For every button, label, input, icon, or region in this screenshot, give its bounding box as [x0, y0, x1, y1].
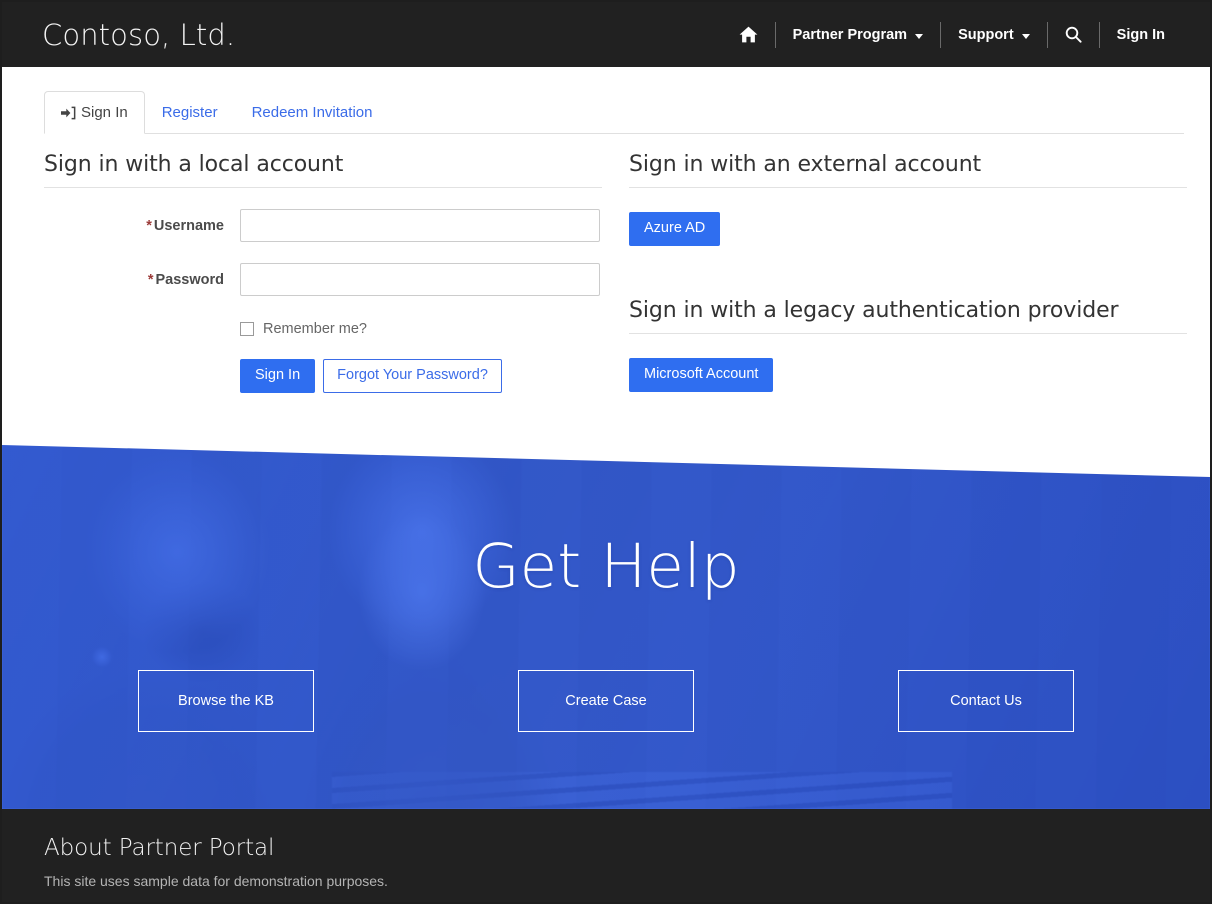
- tab-register[interactable]: Register: [145, 91, 235, 134]
- nav-sign-in[interactable]: Sign In: [1100, 2, 1182, 67]
- tab-register-label: Register: [161, 104, 218, 121]
- footer-title: About Partner Portal: [44, 835, 275, 861]
- home-icon: [739, 26, 758, 43]
- tab-redeem-invitation-label: Redeem Invitation: [251, 104, 373, 121]
- brand-title[interactable]: Contoso, Ltd.: [42, 18, 235, 52]
- hero-actions: Browse the KB Create Case Contact Us: [2, 670, 1210, 732]
- required-marker: *: [146, 217, 152, 234]
- hero-banner: Get Help Browse the KB Create Case Conta…: [2, 445, 1210, 809]
- azure-ad-button[interactable]: Azure AD: [629, 212, 721, 246]
- microsoft-account-button[interactable]: Microsoft Account: [629, 357, 774, 392]
- tab-redeem-invitation[interactable]: Redeem Invitation: [235, 91, 390, 134]
- hero-content: Get Help Browse the KB Create Case Conta…: [2, 445, 1210, 809]
- external-account-heading: Sign in with an external account: [629, 152, 1187, 188]
- local-account-heading: Sign in with a local account: [44, 152, 602, 188]
- contact-us-button[interactable]: Contact Us: [898, 670, 1074, 732]
- remember-me-label[interactable]: Remember me?: [263, 321, 367, 337]
- forgot-password-button[interactable]: Forgot Your Password?: [323, 359, 502, 393]
- auth-tabs: Sign In Register Redeem Invitation: [44, 86, 1184, 134]
- nav-search[interactable]: [1048, 2, 1099, 67]
- password-row: * Password: [44, 263, 602, 296]
- search-icon: [1065, 26, 1082, 43]
- sign-in-button[interactable]: Sign In: [240, 359, 316, 393]
- username-label: * Username: [44, 218, 240, 234]
- hero-title: Get Help: [472, 531, 740, 602]
- chevron-down-icon: [1021, 34, 1030, 39]
- site-footer: About Partner Portal This site uses samp…: [2, 809, 1210, 902]
- nav-home[interactable]: [722, 2, 775, 67]
- tab-sign-in[interactable]: Sign In: [44, 91, 145, 134]
- nav-partner-program[interactable]: Partner Program: [776, 2, 940, 67]
- remember-me-row: Remember me?: [240, 321, 602, 337]
- page-root: Contoso, Ltd. Partner Program Support Si…: [0, 0, 1212, 904]
- footer-description: This site uses sample data for demonstra…: [44, 873, 388, 889]
- required-marker: *: [147, 271, 154, 288]
- username-label-text: Username: [153, 217, 224, 234]
- legacy-account-heading: Sign in with a legacy authentication pro…: [629, 298, 1187, 334]
- nav-support-label: Support: [958, 26, 1014, 43]
- chevron-down-icon: [915, 34, 924, 39]
- create-case-button[interactable]: Create Case: [518, 670, 694, 732]
- browse-kb-button[interactable]: Browse the KB: [138, 670, 314, 732]
- nav-partner-program-label: Partner Program: [792, 26, 908, 43]
- site-header: Contoso, Ltd. Partner Program Support Si…: [2, 2, 1210, 67]
- primary-navigation: Partner Program Support Sign In: [722, 2, 1182, 67]
- local-account-panel: Sign in with a local account * Username *…: [44, 152, 602, 393]
- nav-support[interactable]: Support: [941, 2, 1047, 67]
- username-row: * Username: [44, 209, 602, 242]
- local-account-actions: Sign In Forgot Your Password?: [240, 359, 602, 393]
- external-account-panel: Sign in with an external account Azure A…: [629, 152, 1187, 392]
- remember-me-checkbox[interactable]: [240, 322, 254, 336]
- tab-sign-in-label: Sign In: [81, 104, 128, 121]
- username-input[interactable]: [240, 209, 600, 242]
- password-label: * Password: [44, 272, 240, 288]
- password-input[interactable]: [240, 263, 600, 296]
- sign-in-icon: [61, 106, 76, 120]
- password-label-text: Password: [155, 271, 225, 288]
